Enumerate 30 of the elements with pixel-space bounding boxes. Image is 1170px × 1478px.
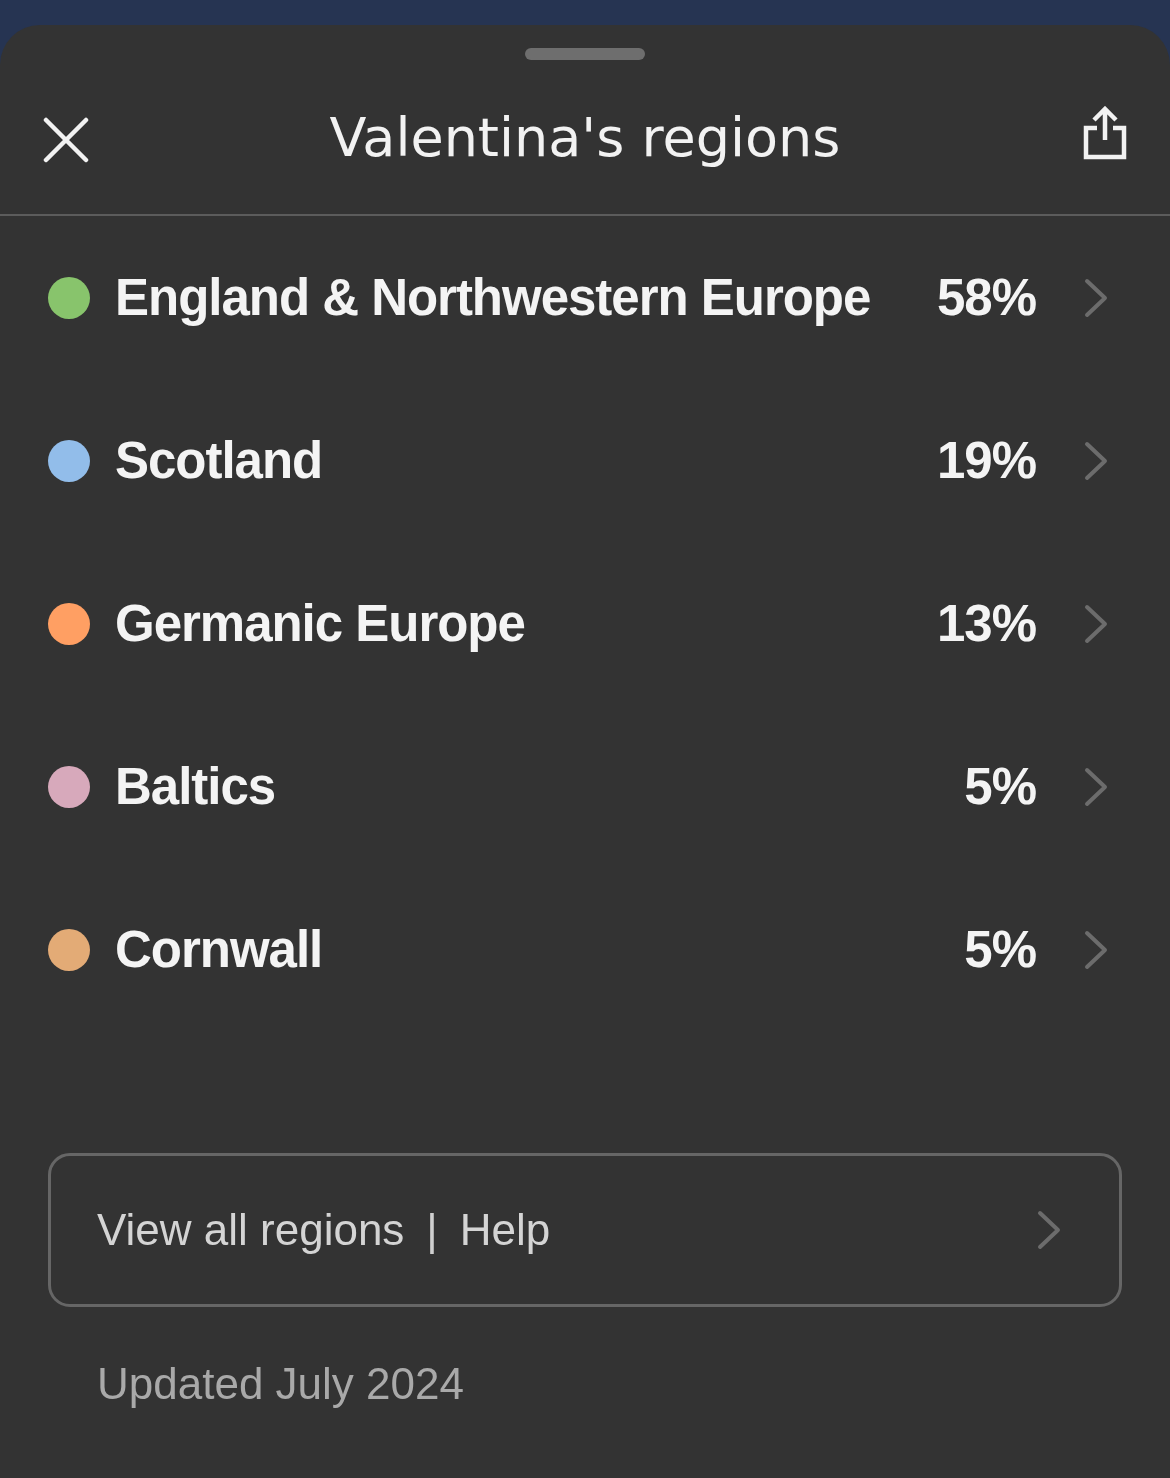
region-row[interactable]: Cornwall 5% <box>0 868 1170 1031</box>
close-icon <box>43 117 89 163</box>
region-name: Baltics <box>115 756 276 817</box>
region-percent: 13% <box>937 593 1036 654</box>
region-name: Germanic Europe <box>115 593 525 654</box>
chevron-right-icon <box>1084 929 1108 970</box>
chevron-right-icon <box>1084 766 1108 807</box>
footer-link[interactable]: View all regions <box>97 1203 405 1257</box>
link-separator: | <box>426 1204 438 1256</box>
region-row[interactable]: Germanic Europe 13% <box>0 542 1170 705</box>
region-percent: 58% <box>937 267 1036 328</box>
region-name: Scotland <box>115 430 323 491</box>
footer-link[interactable]: Help <box>459 1203 551 1257</box>
region-row[interactable]: England & Northwestern Europe 58% <box>0 216 1170 379</box>
region-percent: 5% <box>964 756 1036 817</box>
share-icon <box>1083 106 1127 160</box>
region-percent: 19% <box>937 430 1036 491</box>
region-percent: 5% <box>964 919 1036 980</box>
chevron-right-icon <box>1084 440 1108 481</box>
links-panel[interactable]: View all regions | Help <box>48 1153 1122 1307</box>
sheet-title: Valentina's regions <box>329 106 841 170</box>
region-row[interactable]: Baltics 5% <box>0 705 1170 868</box>
chevron-right-icon <box>1084 277 1108 318</box>
drag-handle[interactable] <box>525 48 645 60</box>
updated-date: Updated July 2024 <box>97 1358 464 1410</box>
region-name: Cornwall <box>115 919 323 980</box>
chevron-right-icon <box>1084 603 1108 644</box>
region-row[interactable]: Scotland 19% <box>0 379 1170 542</box>
region-name: England & Northwestern Europe <box>115 267 871 328</box>
chevron-right-icon <box>1037 1210 1061 1250</box>
